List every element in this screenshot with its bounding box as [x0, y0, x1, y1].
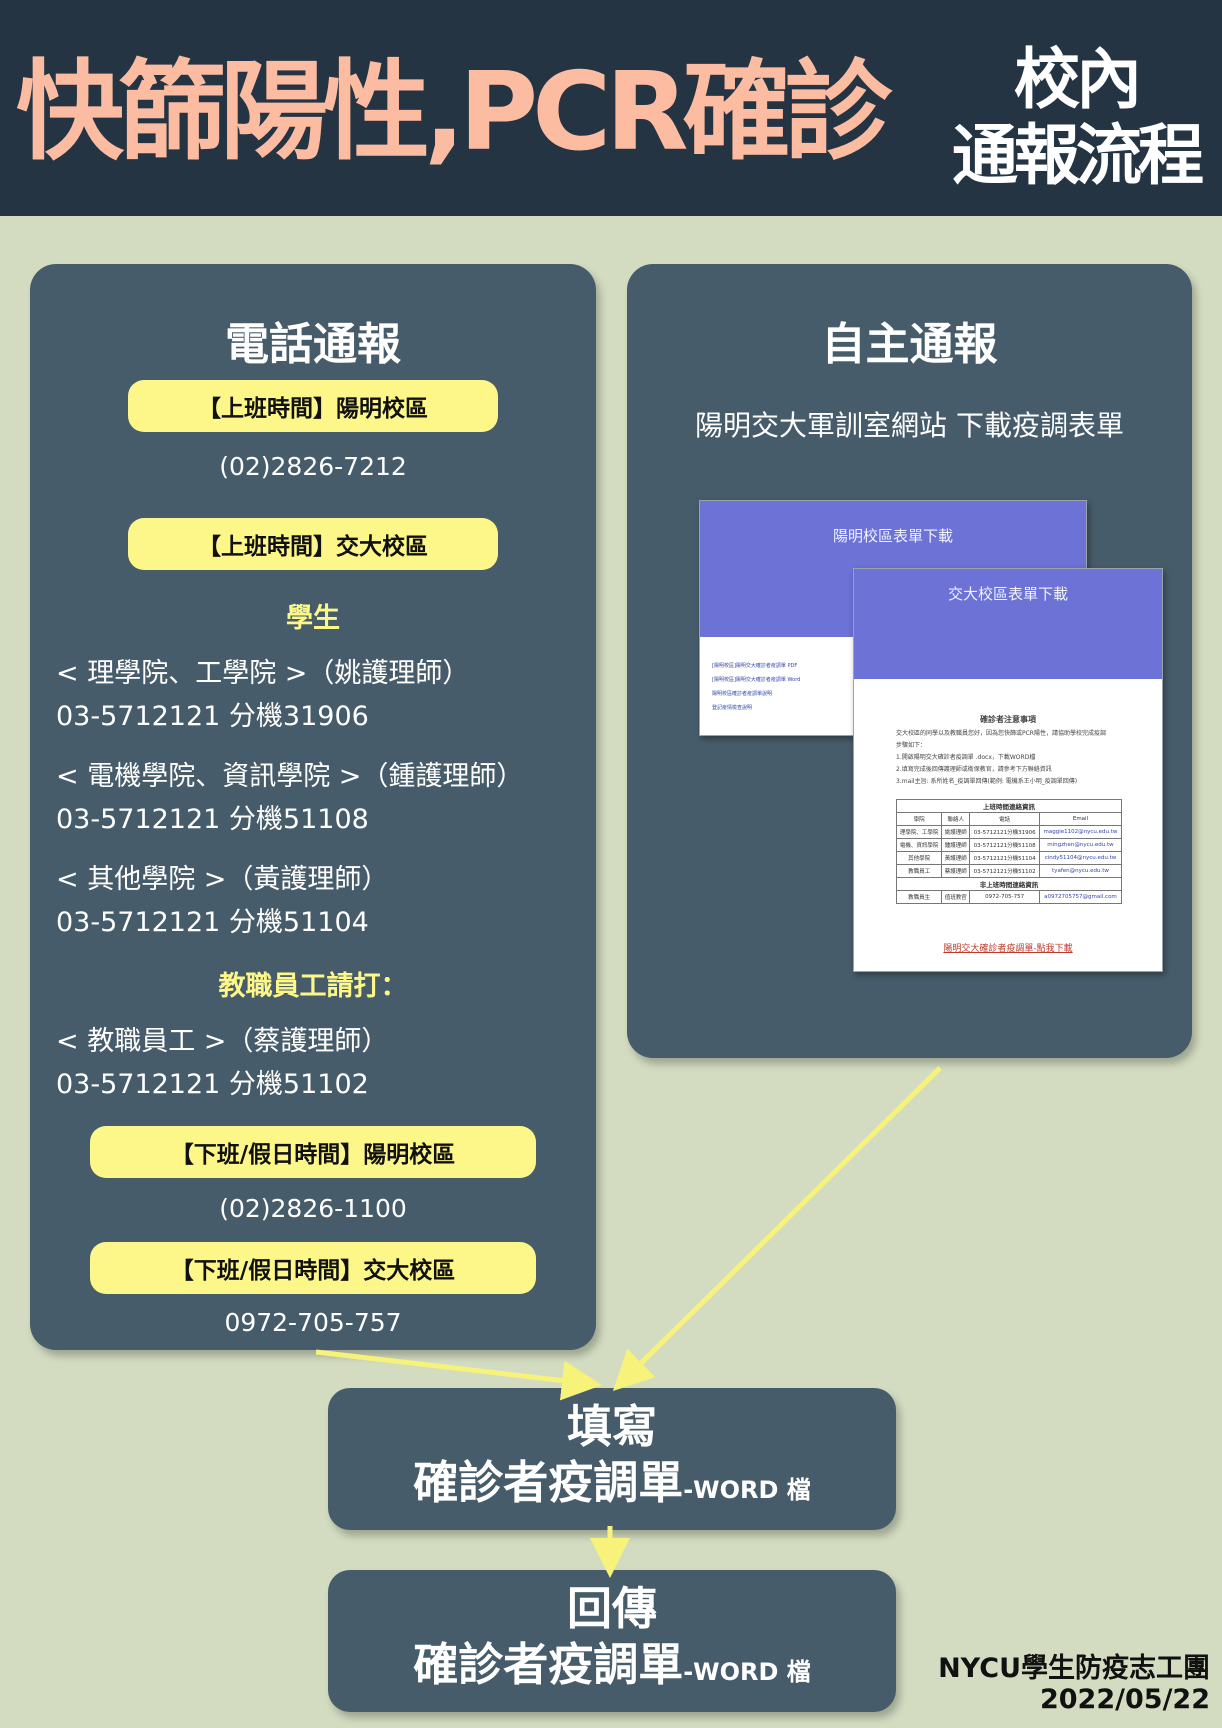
flow-arrows: [315, 1066, 942, 1578]
credit-org: NYCU學生防疫志工團: [938, 1653, 1210, 1684]
arrow-from-self-panel: [612, 1066, 942, 1392]
credit-date: 2022/05/22: [1039, 1684, 1210, 1715]
arrow-from-phone-panel: [315, 1349, 602, 1401]
